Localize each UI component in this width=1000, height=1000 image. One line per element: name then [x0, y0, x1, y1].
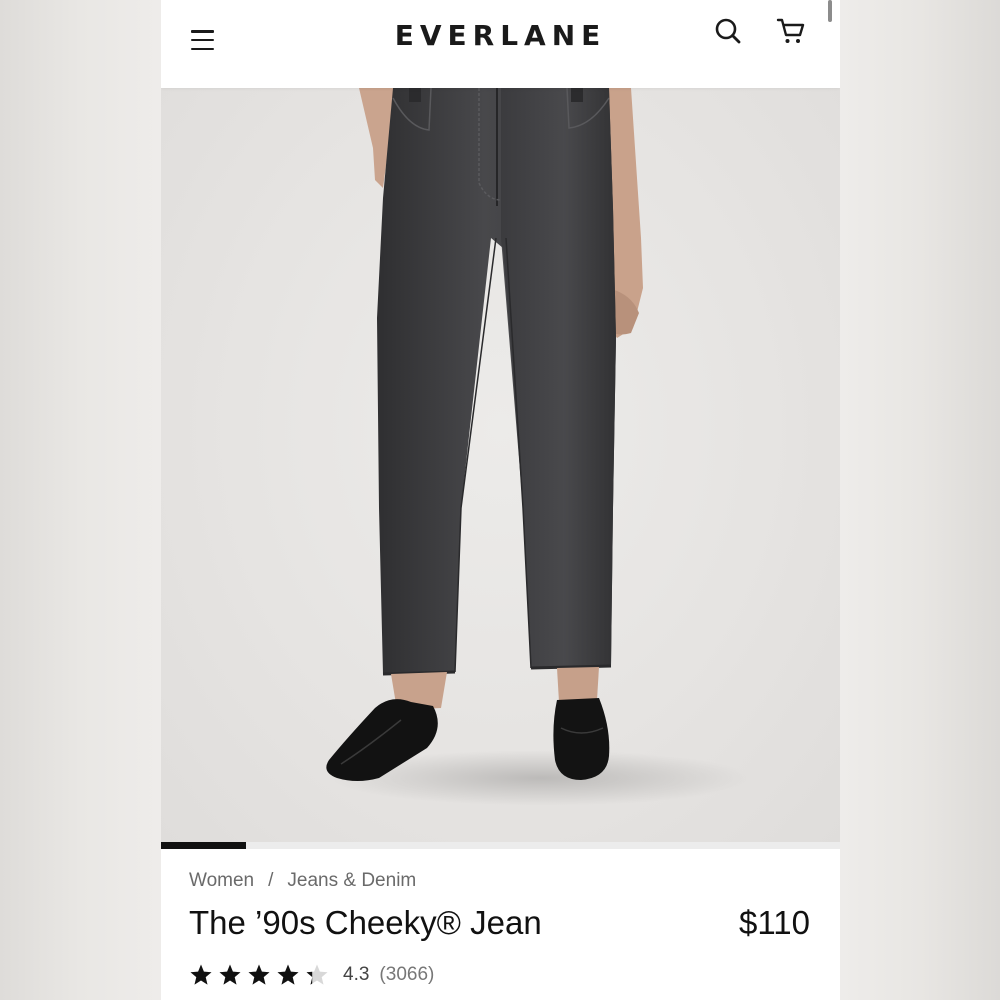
mobile-page: EVERLANE Women / Jeans & Denim The ’90s … [161, 0, 840, 1000]
product-image[interactable] [161, 88, 840, 842]
star-icon [277, 964, 299, 985]
product-title: The ’90s Cheeky® Jean [189, 904, 542, 941]
rating-value: 4.3 [343, 964, 370, 985]
site-header: EVERLANE [161, 0, 840, 88]
product-rating[interactable]: 4.3 (3066) [189, 960, 434, 990]
scrollbar[interactable] [828, 0, 832, 22]
cart-icon[interactable] [776, 16, 806, 46]
star-icon [248, 964, 270, 985]
breadcrumb: Women / Jeans & Denim [189, 870, 416, 892]
product-photo-illustration [326, 88, 751, 806]
search-icon[interactable] [713, 16, 743, 46]
product-price: $110 [739, 904, 810, 941]
breadcrumb-women[interactable]: Women [189, 870, 254, 892]
gallery-progress-fill [161, 842, 246, 849]
breadcrumb-jeans-denim[interactable]: Jeans & Denim [287, 870, 416, 892]
breadcrumb-separator: / [268, 870, 274, 891]
star-icon [190, 964, 212, 985]
gallery-progress [161, 842, 840, 849]
rating-stars [189, 963, 329, 987]
review-count[interactable]: (3066) [379, 964, 434, 986]
star-icon [219, 964, 241, 985]
star-icon [306, 964, 328, 985]
